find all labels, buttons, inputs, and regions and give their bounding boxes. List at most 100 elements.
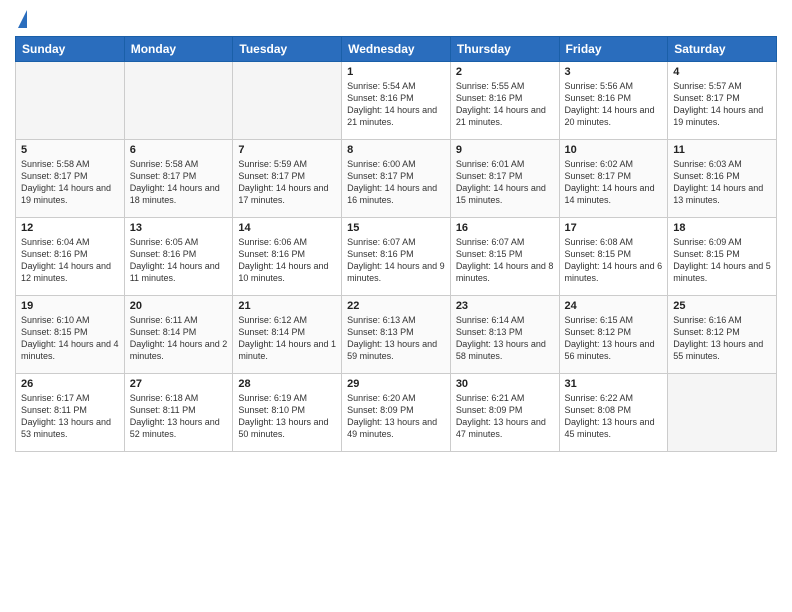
day-number: 1	[347, 66, 445, 78]
day-info: Sunrise: 6:13 AMSunset: 8:13 PMDaylight:…	[347, 314, 445, 363]
day-info: Sunrise: 5:57 AMSunset: 8:17 PMDaylight:…	[673, 80, 771, 129]
day-info: Sunrise: 6:07 AM Sunset: 8:16 PM Daylight:…	[347, 236, 445, 285]
day-info: Sunrise: 5:56 AMSunset: 8:16 PMDaylight:…	[565, 80, 663, 129]
sunset-text: Sunset: 8:17 PM	[565, 171, 632, 181]
day-info: Sunrise: 6:20 AM Sunset: 8:09 PM Daylight:…	[347, 392, 445, 441]
day-info: Sunrise: 5:54 AMSunset: 8:16 PMDaylight:…	[347, 80, 445, 129]
day-info: Sunrise: 5:58 AMSunset: 8:17 PMDaylight:…	[21, 158, 119, 207]
weekday-tuesday: Tuesday	[233, 37, 342, 62]
sunset-text: Sunset: 8:17 PM	[238, 171, 305, 181]
weekday-friday: Friday	[559, 37, 668, 62]
day-info: Sunrise: 6:01 AMSunset: 8:17 PMDaylight:…	[456, 158, 554, 207]
sunrise-text: Sunrise: 6:09 AM	[673, 237, 742, 247]
day-number: 26	[21, 378, 119, 390]
day-number: 7	[238, 144, 336, 156]
week-row-3: 12Sunrise: 6:04 AMSunset: 8:16 PMDayligh…	[16, 218, 777, 296]
day-cell-27: 27Sunrise: 6:18 AMSunset: 8:11 PMDayligh…	[124, 374, 233, 452]
day-number: 18	[673, 222, 771, 234]
day-number: 24	[565, 300, 663, 312]
day-number: 25	[673, 300, 771, 312]
day-cell-9: 9Sunrise: 6:01 AMSunset: 8:17 PMDaylight…	[450, 140, 559, 218]
day-number: 17	[565, 222, 663, 234]
sunrise-text: Sunrise: 6:07 AM	[347, 237, 416, 247]
sunrise-text: Sunrise: 6:02 AM	[565, 159, 634, 169]
sunrise-text: Sunrise: 6:20 AM	[347, 393, 416, 403]
sunrise-text: Sunrise: 6:11 AM	[130, 315, 198, 325]
sunrise-text: Sunrise: 6:14 AM	[456, 315, 525, 325]
sunrise-text: Sunrise: 6:18 AM	[130, 393, 199, 403]
day-info: Sunrise: 6:09 AMSunset: 8:15 PMDaylight:…	[673, 236, 771, 285]
daylight-text: Daylight: 13 hours and 58 minutes.	[456, 339, 546, 361]
day-number: 4	[673, 66, 771, 78]
daylight-text: Daylight: 14 hours and 16 minutes.	[347, 183, 437, 205]
day-cell-26: 26Sunrise: 6:17 AMSunset: 8:11 PMDayligh…	[16, 374, 125, 452]
sunrise-text: Sunrise: 6:22 AM	[565, 393, 634, 403]
empty-cell	[16, 62, 125, 140]
daylight-text: Daylight: 14 hours and 20 minutes.	[565, 105, 655, 127]
day-cell-15: 15Sunrise: 6:07 AMSunset: 8:16 PMDayligh…	[342, 218, 451, 296]
empty-cell	[668, 374, 777, 452]
day-cell-30: 30Sunrise: 6:21 AMSunset: 8:09 PMDayligh…	[450, 374, 559, 452]
day-cell-6: 6Sunrise: 5:58 AMSunset: 8:17 PMDaylight…	[124, 140, 233, 218]
day-info: Sunrise: 6:05 AMSunset: 8:16 PMDaylight:…	[130, 236, 228, 285]
daylight-text: Daylight: 14 hours and 9 minutes.	[347, 261, 445, 283]
weekday-sunday: Sunday	[16, 37, 125, 62]
weekday-monday: Monday	[124, 37, 233, 62]
day-number: 23	[456, 300, 554, 312]
day-cell-23: 23 Sunrise: 6:14 AMSunset: 8:13 PMDayligh…	[450, 296, 559, 374]
daylight-text: Daylight: 14 hours and 6 minutes.	[565, 261, 663, 283]
sunrise-text: Sunrise: 5:55 AM	[456, 81, 525, 91]
weekday-thursday: Thursday	[450, 37, 559, 62]
day-cell-10: 10Sunrise: 6:02 AMSunset: 8:17 PMDayligh…	[559, 140, 668, 218]
daylight-text: Daylight: 13 hours and 49 minutes.	[347, 417, 437, 439]
day-cell-18: 18 Sunrise: 6:09 AMSunset: 8:15 PMDayligh…	[668, 218, 777, 296]
daylight-text: Daylight: 14 hours and 1 minute.	[238, 339, 336, 361]
daylight-text: Daylight: 13 hours and 59 minutes.	[347, 339, 437, 361]
day-cell-11: 11Sunrise: 6:03 AMSunset: 8:16 PMDayligh…	[668, 140, 777, 218]
day-info: Sunrise: 6:00 AMSunset: 8:17 PMDaylight:…	[347, 158, 445, 207]
day-cell-1: 1 Sunrise: 5:54 AMSunset: 8:16 PMDaylight…	[342, 62, 451, 140]
day-cell-7: 7Sunrise: 5:59 AMSunset: 8:17 PMDaylight…	[233, 140, 342, 218]
sunset-text: Sunset: 8:15 PM	[565, 249, 632, 259]
weekday-header-row: SundayMondayTuesdayWednesdayThursdayFrid…	[16, 37, 777, 62]
sunset-text: Sunset: 8:09 PM	[347, 405, 414, 415]
sunset-text: Sunset: 8:11 PM	[130, 405, 196, 415]
day-info: Sunrise: 6:21 AMSunset: 8:09 PMDaylight:…	[456, 392, 554, 441]
day-info: Sunrise: 6:03 AMSunset: 8:16 PMDaylight:…	[673, 158, 771, 207]
day-cell-29: 29 Sunrise: 6:20 AM Sunset: 8:09 PM Dayligh…	[342, 374, 451, 452]
daylight-text: Daylight: 14 hours and 2 minutes.	[130, 339, 228, 361]
sunset-text: Sunset: 8:15 PM	[456, 249, 523, 259]
daylight-text: Daylight: 14 hours and 21 minutes.	[456, 105, 546, 127]
daylight-text: Daylight: 13 hours and 55 minutes.	[673, 339, 763, 361]
sunset-text: Sunset: 8:16 PM	[130, 249, 197, 259]
sunset-text: Sunset: 8:16 PM	[347, 249, 414, 259]
daylight-text: Daylight: 14 hours and 13 minutes.	[673, 183, 763, 205]
sunset-text: Sunset: 8:12 PM	[673, 327, 740, 337]
day-info: Sunrise: 6:16 AM Sunset: 8:12 PM Daylight:…	[673, 314, 771, 363]
sunrise-text: Sunrise: 6:04 AM	[21, 237, 90, 247]
day-info: Sunrise: 6:10 AMSunset: 8:15 PMDaylight:…	[21, 314, 119, 363]
day-number: 29	[347, 378, 445, 390]
day-info: Sunrise: 6:07 AMSunset: 8:15 PMDaylight:…	[456, 236, 554, 285]
day-info: Sunrise: 6:02 AMSunset: 8:17 PMDaylight:…	[565, 158, 663, 207]
day-info: Sunrise: 6:19 AMSunset: 8:10 PMDaylight:…	[238, 392, 336, 441]
sunrise-text: Sunrise: 6:12 AM	[238, 315, 307, 325]
sunrise-text: Sunrise: 6:03 AM	[673, 159, 742, 169]
day-info: Sunrise: 5:55 AMSunset: 8:16 PMDaylight:…	[456, 80, 554, 129]
sunrise-text: Sunrise: 6:01 AM	[456, 159, 525, 169]
day-info: Sunrise: 6:04 AMSunset: 8:16 PMDaylight:…	[21, 236, 119, 285]
sunset-text: Sunset: 8:15 PM	[21, 327, 88, 337]
daylight-text: Daylight: 14 hours and 19 minutes.	[673, 105, 763, 127]
day-info: Sunrise: 5:58 AMSunset: 8:17 PMDaylight:…	[130, 158, 228, 207]
day-cell-2: 2Sunrise: 5:55 AMSunset: 8:16 PMDaylight…	[450, 62, 559, 140]
week-row-1: 1 Sunrise: 5:54 AMSunset: 8:16 PMDaylight…	[16, 62, 777, 140]
sunrise-text: Sunrise: 6:16 AM	[673, 315, 742, 325]
daylight-text: Daylight: 14 hours and 21 minutes.	[347, 105, 437, 127]
day-number: 20	[130, 300, 228, 312]
sunrise-text: Sunrise: 5:54 AM	[347, 81, 416, 91]
header	[15, 10, 777, 28]
day-cell-24: 24Sunrise: 6:15 AMSunset: 8:12 PMDayligh…	[559, 296, 668, 374]
day-info: Sunrise: 6:14 AMSunset: 8:13 PMDaylight:…	[456, 314, 554, 363]
sunset-text: Sunset: 8:10 PM	[238, 405, 305, 415]
sunrise-text: Sunrise: 6:19 AM	[238, 393, 307, 403]
